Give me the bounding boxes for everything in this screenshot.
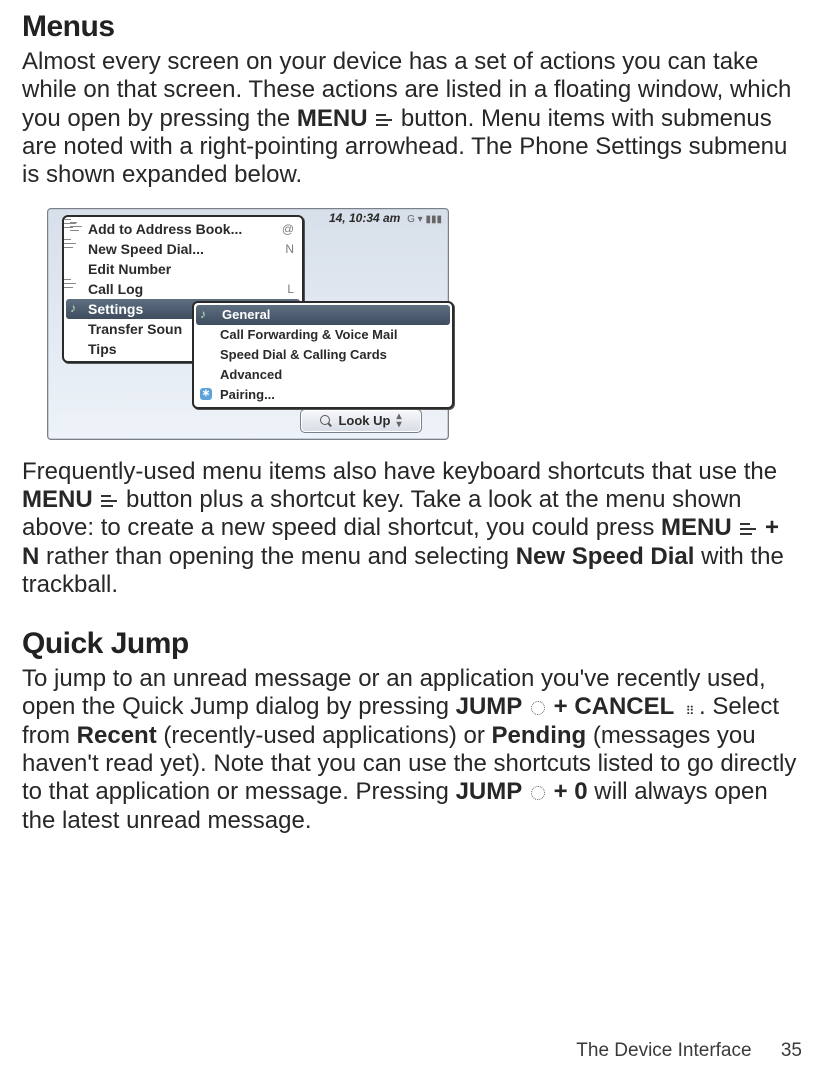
submenu-item-general[interactable]: ♪ General (196, 305, 450, 325)
menus-paragraph-1: Almost every screen on your device has a… (22, 48, 802, 190)
submenu-item-advanced[interactable]: Advanced (194, 365, 452, 385)
page-footer: The Device Interface 35 (576, 1040, 802, 1062)
search-icon (320, 415, 332, 427)
shortcut-key: + 0 (547, 778, 588, 805)
new-speed-dial-name: New Speed Dial (516, 543, 695, 570)
note-icon: ♪ (70, 302, 82, 314)
settings-submenu-popup: ♪ General Call Forwarding & Voice Mail S… (192, 301, 454, 409)
menu-item-add-address-book[interactable]: Add to Address Book... @ (64, 219, 302, 239)
look-up-label: Look Up (338, 413, 390, 428)
jump-button-label: JUMP (456, 693, 523, 720)
note-icon: ♪ (200, 308, 212, 320)
text: button plus a shortcut key. Take a look … (22, 486, 742, 541)
menu-button-label: MENU (297, 105, 368, 132)
look-up-button[interactable]: Look Up ▴▾ (300, 409, 422, 433)
cancel-icon: ⠿ (683, 704, 697, 718)
submenu-item-call-forwarding[interactable]: Call Forwarding & Voice Mail (194, 325, 452, 345)
footer-section-label: The Device Interface (576, 1040, 751, 1061)
menu-icon (740, 522, 756, 536)
status-bar-time: 14, 10:34 am G ▾ ▮▮▮ (329, 211, 442, 225)
jump-icon (531, 701, 545, 715)
cancel-button-label: CANCEL (574, 693, 674, 720)
submenu-item-pairing[interactable]: ∗ Pairing... (194, 385, 452, 405)
bluetooth-icon: ∗ (200, 388, 212, 400)
recent-label: Recent (77, 722, 157, 749)
jump-button-label: JUMP (456, 778, 523, 805)
menu-item-edit-number[interactable]: Edit Number (64, 259, 302, 279)
quick-jump-paragraph: To jump to an unread message or an appli… (22, 665, 802, 835)
menu-icon (376, 113, 392, 127)
heading-quick-jump: Quick Jump (22, 627, 802, 661)
pending-label: Pending (492, 722, 587, 749)
submenu-item-speed-dial[interactable]: Speed Dial & Calling Cards (194, 345, 452, 365)
menus-paragraph-2: Frequently-used menu items also have key… (22, 458, 802, 600)
document-page: Menus Almost every screen on your device… (0, 0, 824, 1082)
menu-button-label: MENU (661, 514, 732, 541)
plus: + (547, 693, 574, 720)
updown-icon: ▴▾ (396, 413, 401, 429)
device-screenshot: 14, 10:34 am G ▾ ▮▮▮ Add to Address Book… (47, 208, 449, 440)
text: (recently-used applications) or (157, 722, 492, 749)
page-number: 35 (781, 1040, 802, 1061)
jump-icon (531, 786, 545, 800)
menu-item-new-speed-dial[interactable]: New Speed Dial... N (64, 239, 302, 259)
menu-icon (101, 494, 117, 508)
heading-menus: Menus (22, 10, 802, 44)
menu-button-label: MENU (22, 486, 93, 513)
menu-item-call-log[interactable]: Call Log L (64, 279, 302, 299)
text: Frequently-used menu items also have key… (22, 458, 777, 485)
text: rather than opening the menu and selecti… (46, 543, 516, 570)
